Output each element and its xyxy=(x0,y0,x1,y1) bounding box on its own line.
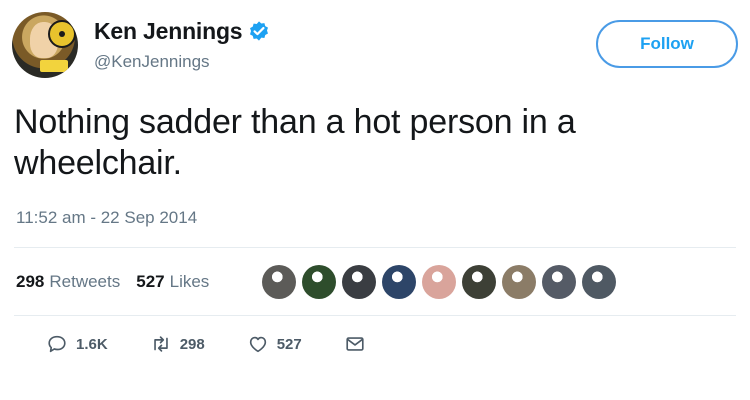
tweet-timestamp[interactable]: 11:52 am - 22 Sep 2014 xyxy=(16,208,197,228)
likes-count[interactable]: 527 xyxy=(136,272,164,292)
follow-button[interactable]: Follow xyxy=(596,20,738,68)
engagement-stats: 298 Retweets 527 Likes xyxy=(16,262,225,302)
author-name-row: Ken Jennings xyxy=(94,18,270,45)
tweet-text: Nothing sadder than a hot person in a wh… xyxy=(14,103,576,182)
liker-avatar[interactable] xyxy=(382,265,416,299)
author-display-name[interactable]: Ken Jennings xyxy=(94,18,243,45)
retweet-count: 298 xyxy=(179,335,205,353)
like-count: 527 xyxy=(276,335,302,353)
reply-icon[interactable] xyxy=(46,333,68,355)
tweet-actions: 1.6K 298 527 xyxy=(46,328,416,360)
liker-avatar[interactable] xyxy=(302,265,336,299)
tweet-header: Ken Jennings @KenJennings Follow xyxy=(12,10,742,82)
heart-icon[interactable] xyxy=(247,333,269,355)
divider-bottom xyxy=(14,315,736,316)
direct-message-action[interactable] xyxy=(344,333,374,355)
liker-avatar[interactable] xyxy=(582,265,616,299)
liker-avatar[interactable] xyxy=(502,265,536,299)
retweet-icon[interactable] xyxy=(150,333,172,355)
avatar-sign-label xyxy=(40,60,68,72)
reply-action[interactable]: 1.6K xyxy=(46,333,108,355)
liker-avatar[interactable] xyxy=(342,265,376,299)
liker-avatars xyxy=(262,264,622,300)
divider-top xyxy=(14,247,736,248)
retweet-action[interactable]: 298 xyxy=(150,333,205,355)
fallout-shelter-sign-icon xyxy=(48,20,76,48)
liker-avatar[interactable] xyxy=(422,265,456,299)
liker-avatar[interactable] xyxy=(262,265,296,299)
retweets-label[interactable]: Retweets xyxy=(49,272,120,292)
liker-avatar[interactable] xyxy=(462,265,496,299)
author-avatar[interactable] xyxy=(12,12,78,78)
likes-label[interactable]: Likes xyxy=(170,272,210,292)
reply-count: 1.6K xyxy=(76,335,108,353)
author-handle[interactable]: @KenJennings xyxy=(94,52,210,72)
verified-badge-icon xyxy=(250,21,269,41)
retweets-count[interactable]: 298 xyxy=(16,272,44,292)
liker-avatar[interactable] xyxy=(542,265,576,299)
like-action[interactable]: 527 xyxy=(247,333,302,355)
envelope-icon[interactable] xyxy=(344,333,366,355)
